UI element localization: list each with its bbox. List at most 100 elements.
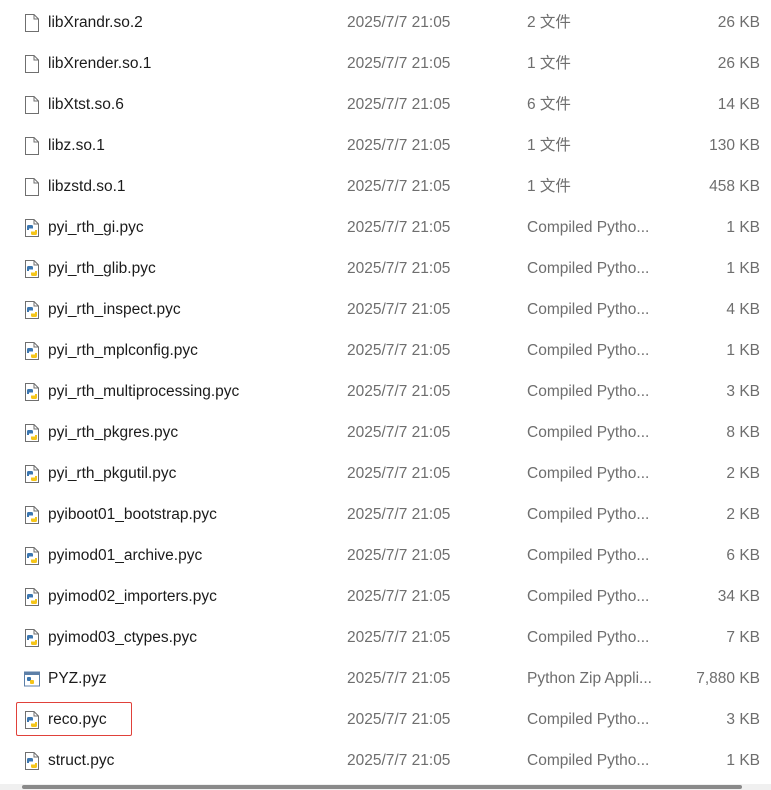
file-type: Compiled Pytho... — [527, 711, 650, 728]
file-type: Compiled Pytho... — [527, 219, 650, 236]
python-compiled-file-icon — [23, 505, 41, 525]
file-modified-date: 2025/7/7 21:05 — [347, 752, 451, 769]
file-type: Compiled Pytho... — [527, 383, 650, 400]
generic-file-icon — [23, 13, 41, 33]
file-type: Compiled Pytho... — [527, 301, 650, 318]
file-size: 4 KB — [726, 301, 760, 318]
file-type: Compiled Pytho... — [527, 465, 650, 482]
file-row[interactable]: pyi_rth_inspect.pyc 2025/7/7 21:05 Compile… — [0, 289, 771, 330]
generic-file-icon — [23, 177, 41, 197]
file-modified-date: 2025/7/7 21:05 — [347, 55, 451, 72]
file-type: 6 文件 — [527, 96, 571, 113]
file-size: 34 KB — [717, 588, 760, 605]
file-type: Compiled Pytho... — [527, 588, 650, 605]
file-row[interactable]: libXrandr.so.2 2025/7/7 21:05 2 文件 26 KB — [0, 2, 771, 43]
file-name: pyi_rth_gi.pyc — [48, 219, 144, 236]
python-compiled-file-icon — [23, 628, 41, 648]
file-type: Compiled Pytho... — [527, 547, 650, 564]
python-compiled-file-icon — [23, 341, 41, 361]
file-size: 7,880 KB — [696, 670, 760, 687]
file-row[interactable]: libXrender.so.1 2025/7/7 21:05 1 文件 26 KB — [0, 43, 771, 84]
file-row[interactable]: pyi_rth_pkgutil.pyc 2025/7/7 21:05 Compile… — [0, 453, 771, 494]
file-type: Python Zip Appli... — [527, 670, 652, 687]
file-modified-date: 2025/7/7 21:05 — [347, 260, 451, 277]
file-name: pyimod02_importers.pyc — [48, 588, 217, 605]
generic-file-icon — [23, 136, 41, 156]
file-type: Compiled Pytho... — [527, 260, 650, 277]
file-modified-date: 2025/7/7 21:05 — [347, 137, 451, 154]
file-size: 3 KB — [726, 383, 760, 400]
file-size: 130 KB — [709, 137, 760, 154]
file-name: pyi_rth_pkgutil.pyc — [48, 465, 177, 482]
file-type: Compiled Pytho... — [527, 506, 650, 523]
file-modified-date: 2025/7/7 21:05 — [347, 383, 451, 400]
file-name: pyi_rth_glib.pyc — [48, 260, 156, 277]
file-row[interactable]: pyimod01_archive.pyc 2025/7/7 21:05 Compil… — [0, 535, 771, 576]
file-row[interactable]: libXtst.so.6 2025/7/7 21:05 6 文件 14 KB — [0, 84, 771, 125]
file-row[interactable]: pyi_rth_multiprocessing.pyc 2025/7/7 21:0… — [0, 371, 771, 412]
file-name: pyimod01_archive.pyc — [48, 547, 203, 564]
generic-file-icon — [23, 54, 41, 74]
file-name: pyiboot01_bootstrap.pyc — [48, 506, 217, 523]
file-size: 1 KB — [726, 342, 760, 359]
file-size: 26 KB — [717, 14, 760, 31]
file-row[interactable]: PYZ.pyz 2025/7/7 21:05 Python Zip Appli...… — [0, 658, 771, 699]
file-name: pyi_rth_pkgres.pyc — [48, 424, 179, 441]
file-size: 7 KB — [726, 629, 760, 646]
file-modified-date: 2025/7/7 21:05 — [347, 301, 451, 318]
file-size: 26 KB — [717, 55, 760, 72]
file-type: Compiled Pytho... — [527, 629, 650, 646]
python-zip-app-icon — [23, 669, 41, 689]
file-row[interactable]: pyi_rth_pkgres.pyc 2025/7/7 21:05 Compiled… — [0, 412, 771, 453]
file-size: 1 KB — [726, 752, 760, 769]
file-modified-date: 2025/7/7 21:05 — [347, 219, 451, 236]
file-name: libzstd.so.1 — [48, 178, 126, 195]
horizontal-scrollbar[interactable] — [0, 784, 771, 790]
file-modified-date: 2025/7/7 21:05 — [347, 342, 451, 359]
file-size: 8 KB — [726, 424, 760, 441]
horizontal-scrollbar-thumb[interactable] — [22, 785, 742, 789]
file-row[interactable]: libzstd.so.1 2025/7/7 21:05 1 文件 458 KB — [0, 166, 771, 207]
python-compiled-file-icon — [23, 751, 41, 771]
file-row[interactable]: pyimod02_importers.pyc 2025/7/7 21:05 Comp… — [0, 576, 771, 617]
file-modified-date: 2025/7/7 21:05 — [347, 178, 451, 195]
file-modified-date: 2025/7/7 21:05 — [347, 670, 451, 687]
file-modified-date: 2025/7/7 21:05 — [347, 506, 451, 523]
file-row[interactable]: pyi_rth_glib.pyc 2025/7/7 21:05 Compiled P… — [0, 248, 771, 289]
highlight-annotation-box — [16, 702, 132, 736]
file-modified-date: 2025/7/7 21:05 — [347, 14, 451, 31]
file-name: PYZ.pyz — [48, 670, 107, 687]
python-compiled-file-icon — [23, 587, 41, 607]
file-name: libz.so.1 — [48, 137, 105, 154]
file-modified-date: 2025/7/7 21:05 — [347, 465, 451, 482]
file-row[interactable]: pyiboot01_bootstrap.pyc 2025/7/7 21:05 Com… — [0, 494, 771, 535]
file-size: 1 KB — [726, 219, 760, 236]
file-name: libXrandr.so.2 — [48, 14, 143, 31]
file-name: struct.pyc — [48, 752, 115, 769]
python-compiled-file-icon — [23, 382, 41, 402]
file-size: 458 KB — [709, 178, 760, 195]
file-modified-date: 2025/7/7 21:05 — [347, 547, 451, 564]
python-compiled-file-icon — [23, 218, 41, 238]
file-name: pyimod03_ctypes.pyc — [48, 629, 198, 646]
file-row[interactable]: pyimod03_ctypes.pyc 2025/7/7 21:05 Compile… — [0, 617, 771, 658]
file-row[interactable]: pyi_rth_gi.pyc 2025/7/7 21:05 Compiled Pyt… — [0, 207, 771, 248]
file-type: 2 文件 — [527, 14, 571, 31]
file-size: 3 KB — [726, 711, 760, 728]
python-compiled-file-icon — [23, 464, 41, 484]
file-type: 1 文件 — [527, 178, 571, 195]
file-row[interactable]: libz.so.1 2025/7/7 21:05 1 文件 130 KB — [0, 125, 771, 166]
file-row[interactable]: pyi_rth_mplconfig.pyc 2025/7/7 21:05 Compi… — [0, 330, 771, 371]
python-compiled-file-icon — [23, 423, 41, 443]
file-modified-date: 2025/7/7 21:05 — [347, 711, 451, 728]
file-size: 2 KB — [726, 465, 760, 482]
file-type: 1 文件 — [527, 55, 571, 72]
file-row[interactable]: struct.pyc 2025/7/7 21:05 Compiled Pytho..… — [0, 740, 771, 781]
file-type: Compiled Pytho... — [527, 342, 650, 359]
python-compiled-file-icon — [23, 259, 41, 279]
file-name: pyi_rth_inspect.pyc — [48, 301, 181, 318]
file-size: 6 KB — [726, 547, 760, 564]
file-name: pyi_rth_multiprocessing.pyc — [48, 383, 240, 400]
file-list: libXrandr.so.2 2025/7/7 21:05 2 文件 26 KB lib… — [0, 2, 771, 781]
file-modified-date: 2025/7/7 21:05 — [347, 424, 451, 441]
